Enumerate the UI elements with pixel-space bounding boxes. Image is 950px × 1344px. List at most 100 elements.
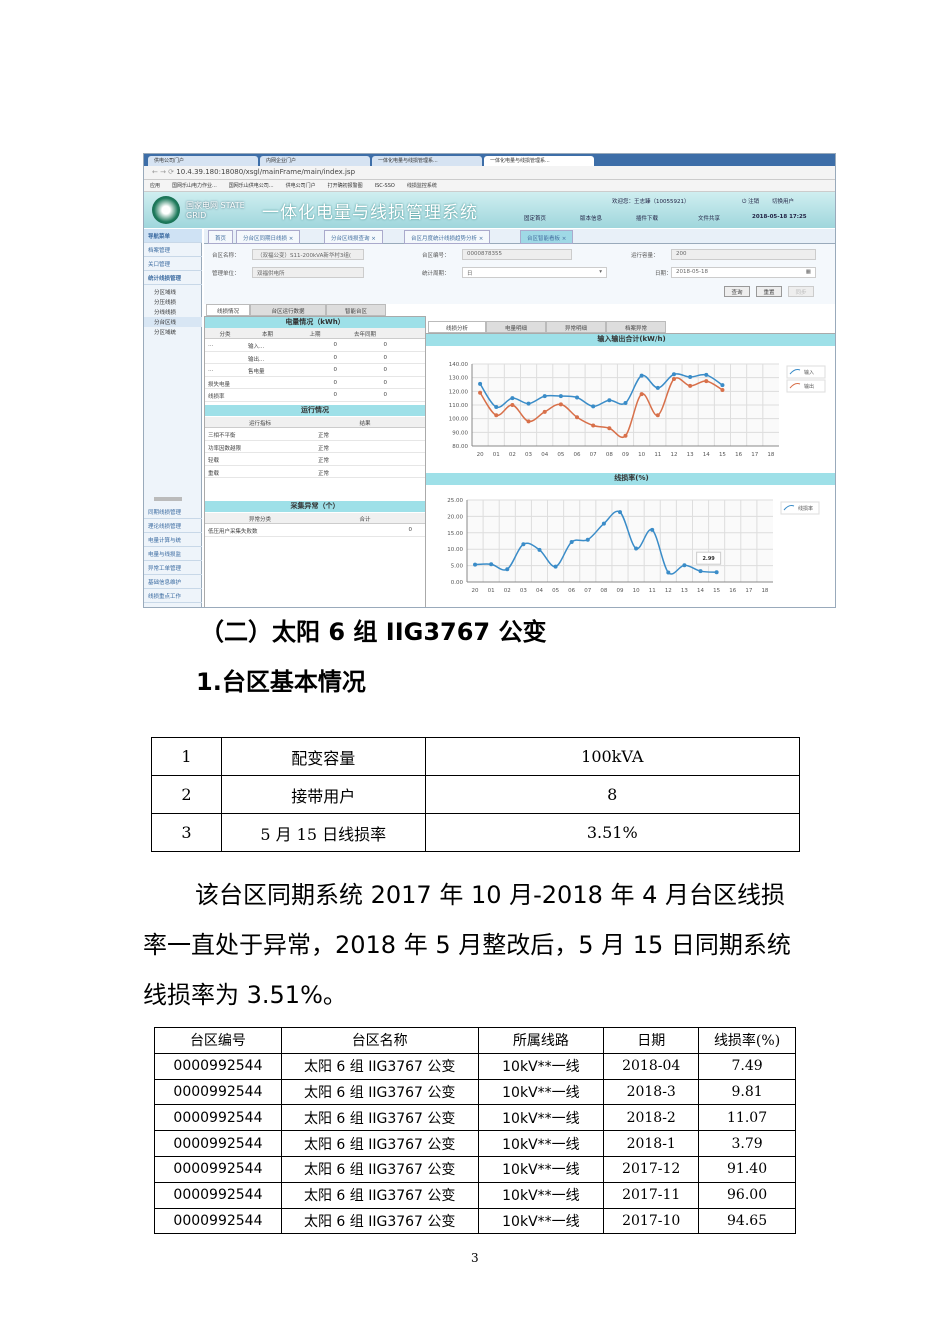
- data-point[interactable]: [585, 537, 590, 542]
- plugin-download-link[interactable]: 插件下载: [636, 214, 658, 222]
- data-point[interactable]: [526, 401, 531, 406]
- tab-analysis[interactable]: 线损分析: [428, 321, 486, 333]
- data-point[interactable]: [671, 372, 676, 377]
- data-point[interactable]: [542, 409, 547, 414]
- sidebar-item[interactable]: 电量与线损监: [144, 547, 202, 561]
- tree-item-selected[interactable]: 分台区线: [144, 317, 202, 327]
- calendar-icon[interactable]: ▦: [806, 269, 811, 275]
- tab-abnormal-detail[interactable]: 异常明细: [546, 321, 606, 333]
- browser-tab-active[interactable]: 一体化电量与线损管理系...: [484, 156, 594, 166]
- data-point[interactable]: [505, 567, 510, 572]
- tree-item[interactable]: 分区域统: [144, 327, 202, 337]
- sidebar-item[interactable]: 线损重点工作: [144, 589, 202, 603]
- data-point[interactable]: [575, 395, 580, 400]
- bookmark[interactable]: 供电公司门户: [286, 183, 316, 189]
- data-point[interactable]: [521, 542, 526, 547]
- data-point[interactable]: [650, 527, 655, 532]
- file-share-link[interactable]: 文件共享: [698, 214, 720, 222]
- data-point[interactable]: [655, 385, 660, 390]
- tab-energy-detail[interactable]: 电量明细: [486, 321, 546, 333]
- sidebar-item[interactable]: 档案管理: [144, 243, 202, 257]
- code-field[interactable]: 0000878355: [462, 249, 572, 260]
- data-point[interactable]: [553, 564, 558, 569]
- bookmark[interactable]: ISC-SSO: [375, 183, 395, 189]
- tab-smart[interactable]: 智能台区: [326, 304, 386, 316]
- tab-active[interactable]: 台区智能看板 ×: [520, 230, 574, 244]
- sidebar-item[interactable]: 电量计算与统: [144, 533, 202, 547]
- data-point[interactable]: [639, 392, 644, 397]
- bookmark[interactable]: 应用: [150, 183, 160, 189]
- data-point[interactable]: [682, 563, 687, 568]
- browser-tab[interactable]: 一体化电量与线损管理系...: [372, 156, 482, 166]
- home-link[interactable]: 固定首页: [524, 214, 546, 222]
- sidebar-item[interactable]: 异常工单管理: [144, 561, 202, 575]
- period-select[interactable]: 日 ▾: [462, 267, 607, 278]
- bookmark[interactable]: 线损监控系统: [407, 183, 437, 189]
- logout-link[interactable]: ⏻ 注销: [742, 197, 759, 206]
- data-point[interactable]: [478, 390, 483, 395]
- date-field[interactable]: 2018-05-18 ▦: [671, 267, 816, 278]
- data-point[interactable]: [494, 413, 499, 418]
- data-point[interactable]: [639, 373, 644, 378]
- switch-user-link[interactable]: 切换用户: [772, 197, 794, 205]
- data-point[interactable]: [526, 419, 531, 424]
- nav-arrows-icon[interactable]: ← → ⟳: [152, 168, 176, 176]
- address-bar[interactable]: ← → ⟳ 10.4.39.180:18080/xsgl/mainFrame/m…: [144, 166, 835, 180]
- bookmark[interactable]: 国网乐山电力作业...: [172, 183, 217, 189]
- data-point[interactable]: [720, 387, 725, 392]
- tree-item[interactable]: 分线线损: [144, 307, 202, 317]
- data-point[interactable]: [623, 400, 628, 405]
- data-point[interactable]: [704, 379, 709, 384]
- data-point[interactable]: [607, 426, 612, 431]
- data-point[interactable]: [478, 381, 483, 386]
- reset-button[interactable]: 重置: [756, 286, 782, 297]
- capacity-field[interactable]: 200: [671, 249, 816, 260]
- name-field[interactable]: （双福公变）S11-200kVA新华村3组(: [252, 249, 364, 260]
- data-point[interactable]: [601, 521, 606, 526]
- tab[interactable]: 分台区线损查询 ×: [324, 230, 383, 244]
- data-point[interactable]: [575, 415, 580, 420]
- browser-tab[interactable]: 内网企业门户: [260, 156, 370, 166]
- data-point[interactable]: [569, 539, 574, 544]
- query-button[interactable]: 查询: [724, 286, 750, 297]
- bookmark[interactable]: 国网乐山供电公司...: [229, 183, 274, 189]
- tab[interactable]: 台区月度统计线损趋势分析 ×: [404, 230, 491, 244]
- data-point[interactable]: [537, 547, 542, 552]
- sidebar-item-active[interactable]: 统计线损管理: [144, 271, 202, 285]
- tree-item[interactable]: 分压线损: [144, 297, 202, 307]
- data-point[interactable]: [688, 383, 693, 388]
- tab-run-data[interactable]: 台区运行数据: [250, 304, 326, 316]
- tree-item[interactable]: 分区域线: [144, 287, 202, 297]
- data-point[interactable]: [671, 377, 676, 382]
- data-point[interactable]: [542, 394, 547, 399]
- sidebar-item[interactable]: 基础信息维护: [144, 575, 202, 589]
- data-point[interactable]: [607, 398, 612, 403]
- data-point[interactable]: [714, 570, 719, 575]
- data-point[interactable]: [591, 404, 596, 409]
- data-point[interactable]: [591, 423, 596, 428]
- data-point[interactable]: [558, 394, 563, 399]
- browser-tab[interactable]: 供电公司门户: [148, 156, 258, 166]
- data-point[interactable]: [623, 433, 628, 438]
- tab[interactable]: 分台区同期日线损 ×: [236, 230, 301, 244]
- version-link[interactable]: 版本信息: [580, 214, 602, 222]
- unit-field[interactable]: 双福供电所: [252, 267, 364, 278]
- sync-button[interactable]: 同步: [788, 286, 814, 297]
- sidebar-item[interactable]: 同期线损管理: [144, 505, 202, 519]
- data-point[interactable]: [510, 396, 515, 401]
- data-point[interactable]: [558, 402, 563, 407]
- horizontal-scrollbar[interactable]: [154, 497, 182, 501]
- bookmark[interactable]: 打开确初报警图: [328, 183, 363, 189]
- data-point[interactable]: [489, 562, 494, 567]
- tab-home[interactable]: 首页: [208, 230, 234, 244]
- tab-archive-abnormal[interactable]: 档案异常: [606, 321, 666, 333]
- data-point[interactable]: [704, 372, 709, 377]
- data-point[interactable]: [634, 546, 639, 551]
- data-point[interactable]: [473, 562, 478, 567]
- data-point[interactable]: [688, 374, 693, 379]
- sidebar-item[interactable]: 关口管理: [144, 257, 202, 271]
- tab-line-loss[interactable]: 线损情况: [206, 304, 250, 316]
- data-point[interactable]: [698, 569, 703, 574]
- sidebar-item[interactable]: 理论线损管理: [144, 519, 202, 533]
- data-point[interactable]: [655, 413, 660, 418]
